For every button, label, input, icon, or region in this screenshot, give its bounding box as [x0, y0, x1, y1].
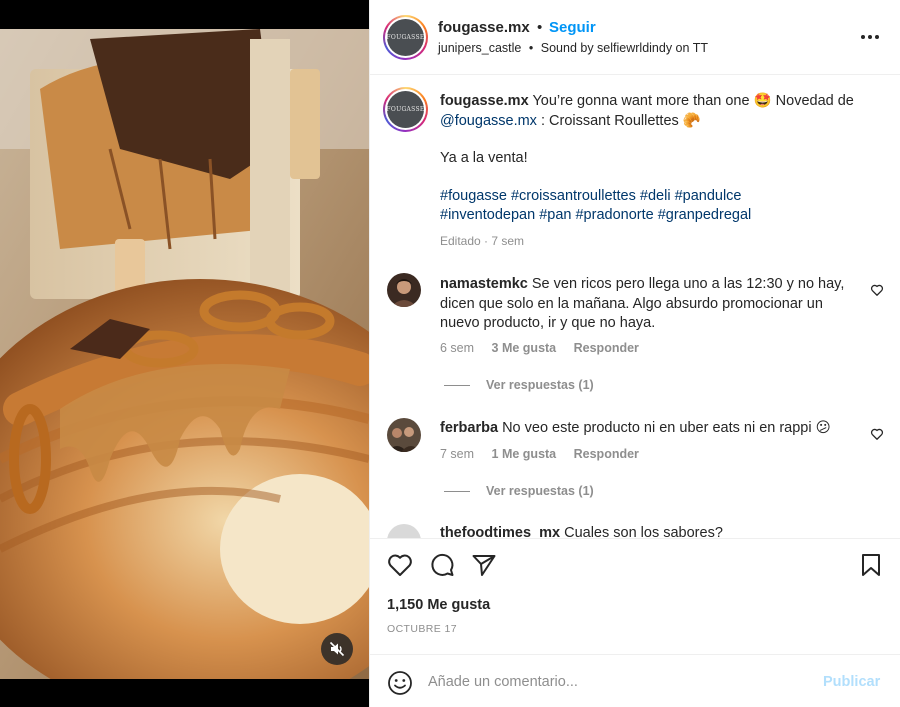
comment-content: No veo este producto ni en uber eats ni …: [502, 420, 831, 436]
like-comment-heart-icon[interactable]: [870, 283, 884, 297]
header-separator: •: [537, 19, 543, 36]
hashtag-link[interactable]: #granpedregal: [658, 207, 752, 223]
reply-button[interactable]: Responder: [574, 341, 639, 355]
audio-link[interactable]: Sound by selfiewrldindy on TT: [541, 41, 708, 55]
view-replies-label: Ver respuestas (1): [486, 484, 594, 498]
follow-button[interactable]: Seguir: [549, 19, 596, 36]
comment-time: 7 sem: [440, 447, 475, 461]
hashtag-link[interactable]: #pradonorte: [575, 207, 653, 223]
add-comment-bar: Publicar: [370, 654, 900, 707]
like-comment-heart-icon[interactable]: [870, 427, 884, 441]
more-dot-icon: [861, 35, 865, 39]
post-detail-panel: FOUGASSE fougasse.mx • Seguir junipers_c…: [369, 0, 900, 707]
caption-text-2: : Croissant Roullettes 🥐: [540, 112, 701, 129]
caption-avatar[interactable]: FOUGASSE: [383, 87, 428, 132]
save-bookmark-icon[interactable]: [858, 552, 884, 578]
hashtag-link[interactable]: #croissantroullettes: [511, 188, 636, 204]
like-heart-icon[interactable]: [387, 552, 413, 578]
more-dot-icon: [875, 35, 879, 39]
caption-text: You’re gonna want more than one 🤩 Noveda…: [532, 93, 854, 109]
comment-time: 6 sem: [440, 341, 475, 355]
comment-text: namastemkc Se ven ricos pero llega uno a…: [440, 275, 860, 334]
hashtag-link[interactable]: #inventodepan: [440, 207, 535, 223]
user-photo-icon: [387, 418, 421, 452]
view-replies-button[interactable]: Ver respuestas (1): [444, 378, 594, 392]
mute-toggle-button[interactable]: [321, 633, 353, 665]
caption-line-2: Ya a la venta!: [440, 150, 528, 166]
comment-meta: 7 sem 1 Me gusta Responder: [440, 447, 653, 461]
reply-button[interactable]: Responder: [574, 447, 639, 461]
comment-meta: 6 sem 3 Me gusta Responder: [440, 341, 653, 355]
avatar-logo-text: FOUGASSE: [386, 91, 424, 128]
subline-separator: •: [528, 41, 534, 55]
post-date: OCTUBRE 17: [387, 623, 457, 635]
comment-text: ferbarba No veo este producto ni en uber…: [440, 419, 860, 439]
header-subline: junipers_castle • Sound by selfiewrldind…: [438, 41, 708, 55]
caption-mention[interactable]: @fougasse.mx: [440, 113, 537, 129]
replies-divider: [444, 384, 470, 386]
comment-username[interactable]: namastemkc: [440, 276, 528, 292]
comment-avatar[interactable]: [387, 273, 421, 307]
comment-input[interactable]: [428, 669, 808, 695]
more-dot-icon: [868, 35, 872, 39]
view-replies-label: Ver respuestas (1): [486, 378, 594, 392]
comment-bubble-icon[interactable]: [429, 552, 455, 578]
location-link[interactable]: junipers_castle: [438, 41, 521, 55]
post-actions: 1,150 Me gusta OCTUBRE 17 Publicar: [370, 538, 900, 707]
comment-avatar[interactable]: [387, 418, 421, 452]
caption-hashtags: #fougasse #croissantroullettes #deli #pa…: [440, 187, 880, 226]
hashtag-link[interactable]: #pan: [539, 207, 571, 223]
hashtag-link[interactable]: #pandulce: [675, 188, 742, 204]
avatar-logo-text: FOUGASSE: [386, 19, 424, 56]
croissant-video-frame[interactable]: [0, 29, 369, 679]
emoji-smiley-icon[interactable]: [387, 670, 413, 696]
post-caption: fougasse.mx You’re gonna want more than …: [440, 92, 880, 226]
comment-likes[interactable]: 1 Me gusta: [492, 447, 557, 461]
share-paper-plane-icon[interactable]: [471, 552, 497, 578]
likes-count[interactable]: 1,150 Me gusta: [387, 597, 490, 613]
account-username[interactable]: fougasse.mx: [438, 19, 530, 36]
account-avatar[interactable]: FOUGASSE: [383, 15, 428, 60]
replies-divider: [444, 490, 470, 492]
post-media[interactable]: [0, 0, 369, 707]
hashtag-link[interactable]: #fougasse: [440, 188, 507, 204]
hashtag-link[interactable]: #deli: [640, 188, 671, 204]
post-header: FOUGASSE fougasse.mx • Seguir junipers_c…: [370, 0, 900, 75]
speaker-muted-icon: [329, 641, 345, 657]
publish-comment-button[interactable]: Publicar: [823, 674, 880, 690]
user-photo-icon: [387, 273, 421, 307]
caption-username[interactable]: fougasse.mx: [440, 93, 529, 109]
caption-meta: Editado · 7 sem: [440, 234, 525, 248]
view-replies-button[interactable]: Ver respuestas (1): [444, 484, 594, 498]
comment-likes[interactable]: 3 Me gusta: [492, 341, 557, 355]
comment-username[interactable]: ferbarba: [440, 420, 498, 436]
more-options-button[interactable]: [858, 27, 882, 47]
